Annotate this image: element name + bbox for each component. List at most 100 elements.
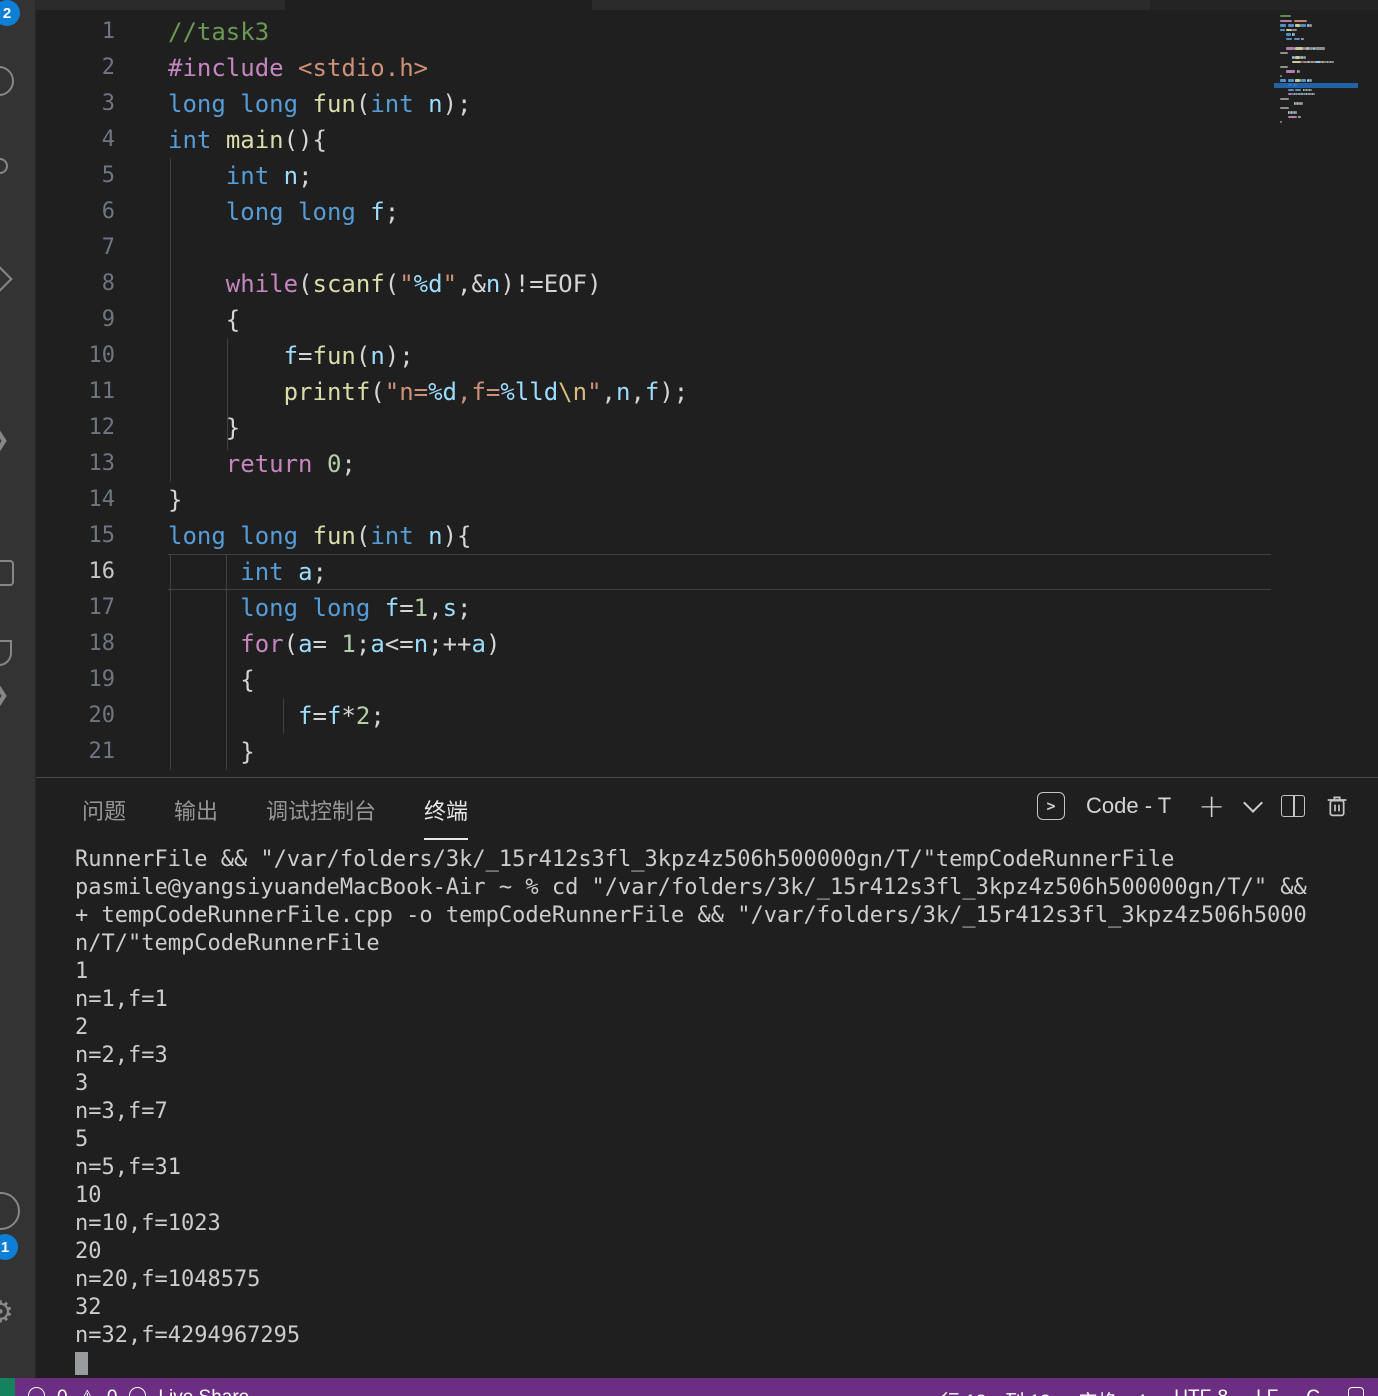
panel-tab-output[interactable]: 输出 [174,794,218,840]
indentation-status[interactable]: 空格：4 [1079,1387,1147,1396]
code-line[interactable]: } [168,482,688,518]
line-number[interactable]: 14 [35,482,116,518]
line-number-gutter[interactable]: 1 2 3 4 5 6 7 8 9 10 11 12 13 14 15 16 17 18 19 20 21 [35,14,116,770]
errors-count[interactable]: 0 [57,1387,68,1396]
code-line[interactable]: long long f; [168,194,688,230]
accounts-icon[interactable] [0,1192,20,1230]
code-line[interactable]: f=f*2; [168,698,688,734]
minimap-line [1280,88,1352,92]
line-number[interactable]: 11 [35,374,116,410]
line-number[interactable]: 6 [35,194,115,230]
code-content[interactable]: //task3 #include <stdio.h> long long fun(i… [168,14,688,770]
terminal-dropdown-button[interactable] [1243,793,1263,813]
line-number[interactable]: 13 [35,446,116,482]
code-line[interactable]: } [168,410,688,446]
code-line[interactable]: int n; [168,158,688,194]
line-number[interactable]: 5 [35,158,115,194]
kill-terminal-trash-icon[interactable] [1326,794,1348,818]
code-token: f [644,378,660,406]
minimap-line [1280,111,1352,114]
terminal-line: 20 [75,1239,102,1264]
notifications-bell-icon[interactable] [1348,1387,1364,1396]
code-line[interactable]: int main(){ [168,122,688,158]
language-mode-status[interactable]: C [1306,1387,1320,1396]
code-line[interactable]: { [168,302,688,338]
code-token: n [428,90,443,118]
code-token: , [428,594,443,622]
code-area[interactable]: 1 2 3 4 5 6 7 8 9 10 11 12 13 14 15 16 17 18 19 20 21 //task… [35,10,1378,776]
code-token: fun [312,522,356,550]
remote-indicator[interactable] [0,1378,15,1396]
code-line[interactable]: #include <stdio.h> [168,50,688,86]
warnings-count[interactable]: 0 [107,1387,118,1396]
search-icon[interactable] [0,66,14,96]
eol-status[interactable]: LF [1256,1387,1278,1396]
code-line[interactable]: return 0; [168,446,688,482]
code-line[interactable]: long long f=1,s; [168,590,688,626]
minimap-viewport-highlight[interactable] [1274,83,1358,88]
minimap-line [1280,28,1352,32]
terminal-line: n=2,f=3 [75,1043,168,1068]
code-line[interactable]: while(scanf("%d",&n)!=EOF) [168,266,688,302]
code-token: " [399,270,414,298]
extensions-icon[interactable] [0,560,14,586]
cursor-position-status[interactable]: 行 18，列 13 [941,1387,1051,1396]
line-number[interactable]: 19 [35,662,116,698]
minimap-line [1280,19,1352,23]
code-line[interactable]: long long fun(int n){ [168,518,688,554]
code-token: n [413,630,429,658]
line-number[interactable]: 1 [35,14,115,50]
status-left: 0 ⚠ 0 Live Share [28,1387,249,1396]
new-terminal-button[interactable]: + [1198,790,1225,822]
line-number[interactable]: 21 [35,734,116,770]
line-number[interactable]: 3 [35,86,115,122]
code-line[interactable]: f=fun(n); [168,338,688,374]
code-line[interactable]: } [168,734,688,770]
source-control-icon[interactable] [0,158,8,174]
run-debug-icon[interactable]: ❯ [0,425,10,453]
line-number[interactable]: 15 [35,518,116,554]
line-number[interactable]: 16 [35,554,116,590]
code-token: f [283,342,299,370]
minimap[interactable] [1274,15,1358,125]
code-line[interactable]: { [168,662,688,698]
test-icon[interactable] [0,266,13,292]
chevron-icon[interactable]: ❯ [0,680,10,708]
code-token: n [485,270,501,298]
split-terminal-button[interactable] [1281,795,1305,817]
terminal-output[interactable]: RunnerFile && "/var/folders/3k/_15r412s3… [75,846,1376,1378]
panel-tab-debug-console[interactable]: 调试控制台 [266,794,376,840]
line-number[interactable]: 2 [35,50,115,86]
code-token: ( [370,378,385,406]
line-number[interactable]: 7 [35,230,115,266]
code-token: = [399,594,414,622]
code-token: long [168,90,226,118]
code-line[interactable]: long long fun(int n); [168,86,688,122]
panel-tab-problems[interactable]: 问题 [82,794,126,840]
line-number[interactable]: 12 [35,410,116,446]
live-share-status[interactable]: Live Share [158,1387,249,1396]
code-line[interactable]: int a; [168,554,688,590]
line-number[interactable]: 9 [35,302,115,338]
terminal-title[interactable]: Code - T [1086,793,1171,819]
code-token: \n [558,378,588,406]
terminal-line: 10 [75,1183,102,1208]
code-line[interactable]: for(a= 1;a<=n;++a) [168,626,688,662]
code-token: , [601,378,616,406]
line-number[interactable]: 17 [35,590,116,626]
code-line[interactable]: printf("n=%d,f=%lld\n",n,f); [168,374,689,410]
code-line[interactable] [168,230,688,266]
encoding-status[interactable]: UTF-8 [1174,1387,1228,1396]
code-token: a [298,558,313,586]
settings-gear-icon[interactable]: ⚙ [0,1295,14,1330]
line-number[interactable]: 18 [35,626,116,662]
line-number[interactable]: 4 [35,122,115,158]
remote-explorer-icon[interactable] [0,640,12,666]
code-line[interactable]: //task3 [168,14,688,50]
line-number[interactable]: 10 [35,338,116,374]
line-number[interactable]: 20 [35,698,116,734]
line-number[interactable]: 8 [35,266,115,302]
panel-tab-terminal[interactable]: 终端 [424,794,469,840]
